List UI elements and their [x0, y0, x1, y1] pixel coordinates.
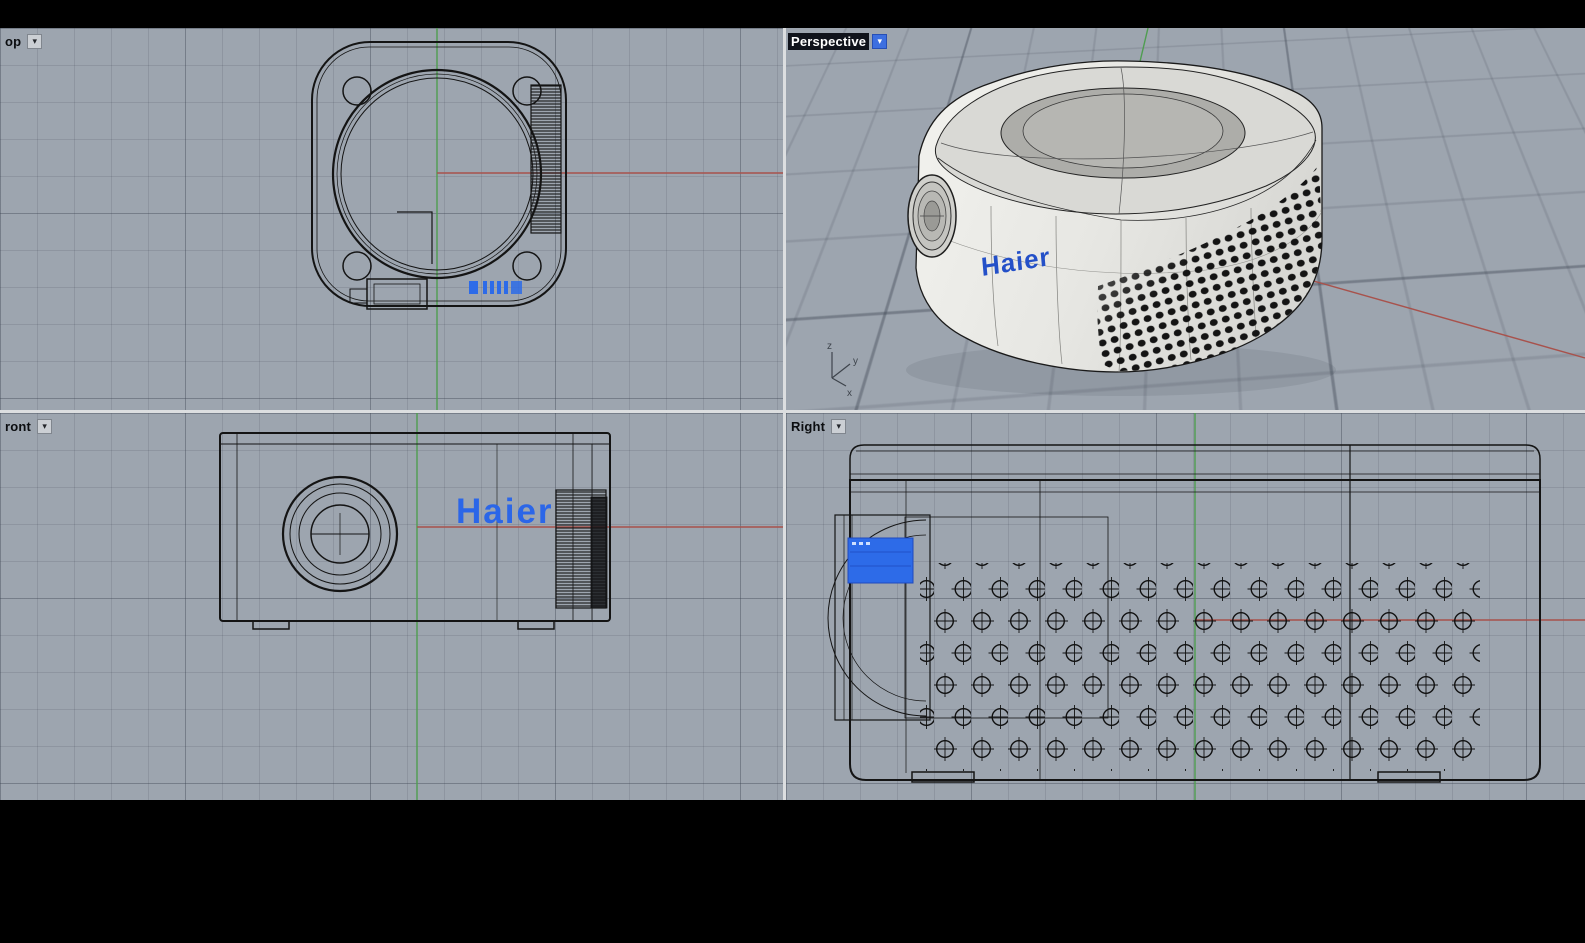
selected-object-highlight-top[interactable] [469, 281, 522, 294]
perspective-view-canvas: Haier z y x [786, 28, 1585, 410]
viewport-right[interactable]: Right ▾ [786, 413, 1585, 800]
foot-left[interactable] [253, 621, 289, 629]
viewport-menu-chevron-icon[interactable]: ▾ [872, 34, 887, 49]
viewport-top[interactable]: op ▾ [0, 28, 783, 410]
application-window: op ▾ [0, 0, 1585, 943]
viewport-menu-chevron-icon[interactable]: ▾ [37, 419, 52, 434]
x-axis-line [1310, 280, 1585, 358]
viewport-menu-chevron-icon[interactable]: ▾ [27, 34, 42, 49]
right-view-canvas [786, 413, 1585, 800]
focus-wheel-knurl[interactable] [531, 85, 561, 233]
viewport-perspective[interactable]: Haier z y x Perspective ▾ [786, 28, 1585, 410]
axis-gizmo [832, 352, 850, 386]
gizmo-y-label: y [853, 356, 858, 367]
gizmo-z-label: z [827, 341, 832, 352]
viewport-title-right[interactable]: Right ▾ [788, 418, 846, 435]
side-lens[interactable] [908, 175, 956, 257]
speaker-grille-holes[interactable] [920, 563, 1480, 771]
viewport-title-front-text[interactable]: ront [2, 418, 34, 435]
top-black-strip [0, 0, 1585, 28]
foot-right[interactable] [518, 621, 554, 629]
viewport-title-top-text[interactable]: op [2, 33, 24, 50]
viewport-title-front[interactable]: ront ▾ [2, 418, 52, 435]
viewport-title-perspective-text[interactable]: Perspective [788, 33, 869, 50]
viewport-front[interactable]: Haier ront ▾ [0, 413, 783, 800]
selected-object-highlight-right[interactable] [848, 538, 913, 583]
viewport-title-right-text[interactable]: Right [788, 418, 828, 435]
top-view-canvas [0, 28, 783, 410]
gizmo-x-label: x [847, 388, 852, 399]
brand-logo-front: Haier [456, 492, 554, 531]
model-front-view[interactable] [220, 433, 610, 629]
model-perspective-view[interactable]: Haier [908, 61, 1322, 372]
model-top-view[interactable] [312, 42, 566, 309]
bottom-black-region [0, 800, 1585, 943]
viewport-title-perspective[interactable]: Perspective ▾ [788, 33, 887, 50]
viewport-title-top[interactable]: op ▾ [2, 33, 42, 50]
front-view-canvas: Haier [0, 413, 783, 800]
model-right-view[interactable] [828, 445, 1540, 782]
viewport-menu-chevron-icon[interactable]: ▾ [831, 419, 846, 434]
